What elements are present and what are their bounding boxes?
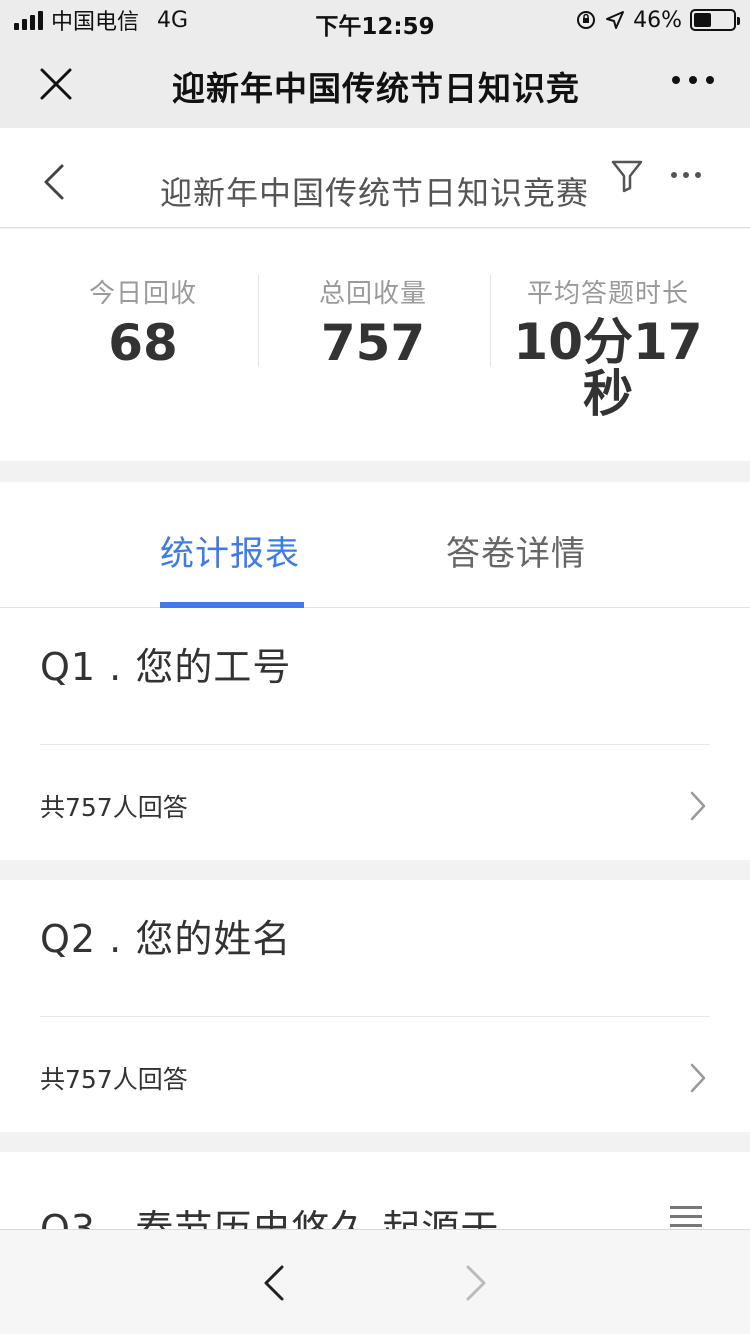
rotation-lock-icon (577, 11, 596, 29)
question-title: Q1 . 您的工号 (40, 645, 292, 689)
question-title: Q2 . 您的姓名 (40, 917, 292, 961)
stat-divider (258, 275, 259, 367)
tab-answer-details[interactable]: 答卷详情 (446, 526, 586, 575)
answer-count[interactable]: 共757人回答 (40, 788, 188, 824)
stat-total-value: 757 (320, 314, 426, 372)
location-icon (606, 11, 625, 29)
menu-icon[interactable] (670, 1206, 702, 1227)
stat-avg: 平均答题时长 10分17秒 (510, 273, 706, 420)
question-card: Q3 . 春节历史悠久,起源于 (0, 1152, 750, 1229)
page-title: 迎新年中国传统节日知识竞赛 (160, 174, 590, 212)
chevron-right-icon[interactable] (688, 790, 708, 822)
close-icon[interactable] (36, 64, 76, 104)
question-card: Q2 . 您的姓名 共757人回答 (0, 880, 750, 1132)
question-title: Q3 . 春节历史悠久,起源于 (40, 1207, 500, 1229)
stats-panel: 今日回收 68 总回收量 757 平均答题时长 10分17秒 (0, 229, 750, 461)
divider (40, 1016, 710, 1017)
filter-icon[interactable] (610, 158, 644, 194)
stat-today: 今日回收 68 (60, 273, 226, 370)
question-card: Q1 . 您的工号 共757人回答 (0, 608, 750, 860)
status-bar: 中国电信 4G 下午12:59 46% (0, 0, 750, 40)
stat-today-label: 今日回收 (88, 279, 197, 309)
tab-statistics-report[interactable]: 统计报表 (160, 526, 300, 575)
nav-forward-icon[interactable] (464, 1264, 488, 1302)
chevron-right-icon[interactable] (688, 1062, 708, 1094)
wechat-header: 迎新年中国传统节日知识竞 (0, 40, 750, 128)
tab-bar: 统计报表 答卷详情 (0, 482, 750, 608)
answer-count[interactable]: 共757人回答 (40, 1060, 188, 1096)
battery-fill (694, 13, 712, 27)
status-right: 46% (575, 0, 740, 40)
nav-back-icon[interactable] (262, 1264, 286, 1302)
stat-avg-value: 10分17秒 (513, 313, 703, 423)
back-icon[interactable] (38, 162, 68, 202)
stat-divider (490, 275, 491, 367)
stat-today-value: 68 (108, 314, 178, 372)
stat-avg-label: 平均答题时长 (526, 279, 689, 309)
bottom-nav-bar (0, 1229, 750, 1334)
battery-icon (690, 9, 740, 31)
more-icon[interactable] (672, 76, 714, 84)
stat-total: 总回收量 757 (290, 273, 456, 370)
wechat-title: 迎新年中国传统节日知识竞 (172, 69, 580, 106)
page-more-icon[interactable] (671, 172, 701, 178)
battery-percent: 46% (633, 7, 682, 33)
page-header: 迎新年中国传统节日知识竞赛 (0, 128, 750, 228)
stat-total-label: 总回收量 (318, 279, 427, 309)
divider (40, 744, 710, 745)
